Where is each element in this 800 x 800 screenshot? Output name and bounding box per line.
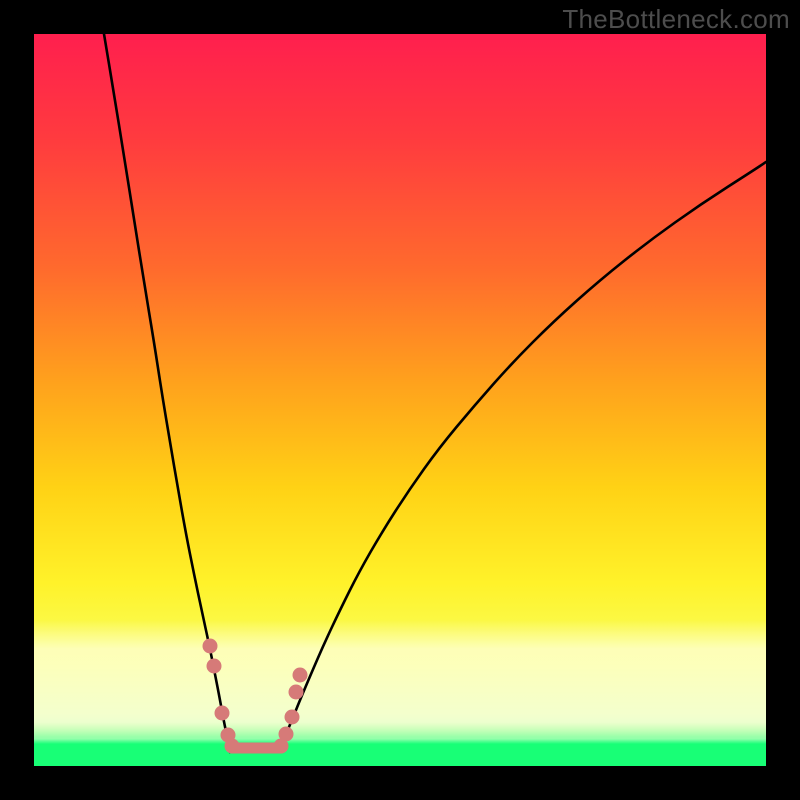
marker-dot [289, 685, 304, 700]
curve-layer [34, 34, 766, 766]
plot-area [34, 34, 766, 766]
marker-dot [215, 706, 230, 721]
marker-dot [293, 668, 308, 683]
marker-dot [203, 639, 218, 654]
marker-dot [225, 739, 240, 754]
right-curve [280, 162, 766, 752]
marker-dot [279, 727, 294, 742]
marker-dot [285, 710, 300, 725]
marker-dot [207, 659, 222, 674]
watermark-text: TheBottleneck.com [562, 4, 790, 35]
chart-frame: TheBottleneck.com [0, 0, 800, 800]
